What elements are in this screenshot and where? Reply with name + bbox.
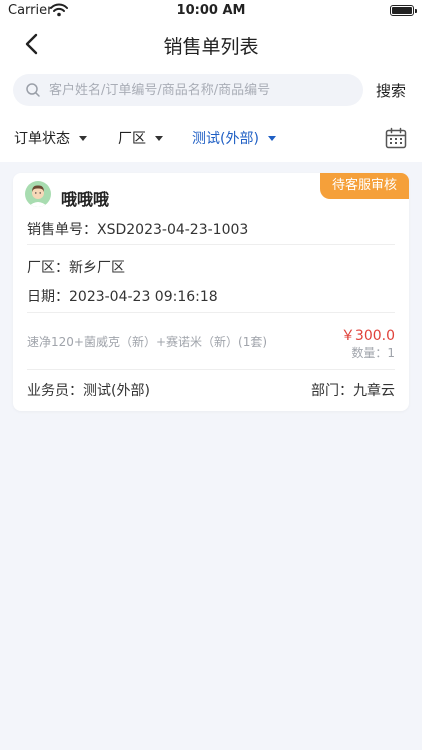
department: 部门：九章云 xyxy=(311,383,395,399)
search-button[interactable]: 搜索 xyxy=(376,80,406,101)
search-input[interactable] xyxy=(49,74,349,106)
filter-salesman[interactable]: 测试(外部) xyxy=(192,128,276,148)
caret-down-icon xyxy=(79,135,87,141)
order-date: 日期：2023-04-23 09:16:18 xyxy=(27,289,218,305)
header-area: Carrier 10:00 AM 销售单列表 搜索 订单状态 厂区 测试(外部) xyxy=(0,0,422,162)
divider xyxy=(27,312,395,313)
salesman: 业务员：测试(外部) xyxy=(27,383,150,399)
product-name: 速净120+菌威克（新）+赛诺米（新）(1套) xyxy=(27,335,268,349)
order-number: 销售单号：XSD2023-04-23-1003 xyxy=(27,222,249,238)
order-price: ￥300.0 xyxy=(340,328,395,344)
status-badge: 待客服审核 xyxy=(320,173,409,199)
navigation-bar: 销售单列表 xyxy=(0,22,422,66)
divider xyxy=(27,369,395,370)
caret-down-icon xyxy=(155,135,163,141)
battery-icon xyxy=(390,5,417,16)
order-card[interactable]: 待客服审核 哦哦哦 销售单号：XSD2023-04-23-1003 厂区：新乡厂… xyxy=(13,173,409,411)
search-box[interactable] xyxy=(13,74,363,106)
page-title: 销售单列表 xyxy=(163,36,259,58)
status-time: 10:00 AM xyxy=(176,3,246,18)
customer-name: 哦哦哦 xyxy=(61,190,110,209)
caret-down-icon xyxy=(267,135,276,141)
status-bar: Carrier 10:00 AM xyxy=(0,0,422,22)
user-avatar-icon xyxy=(25,181,51,207)
filter-order-status[interactable]: 订单状态 xyxy=(14,128,87,148)
search-icon xyxy=(26,83,40,97)
filter-order-status-label: 订单状态 xyxy=(14,131,70,147)
factory-area: 厂区：新乡厂区 xyxy=(27,260,125,276)
calendar-icon[interactable] xyxy=(384,126,408,150)
filter-salesman-label: 测试(外部) xyxy=(192,131,259,147)
order-quantity: 数量：1 xyxy=(351,346,395,360)
filter-factory[interactable]: 厂区 xyxy=(118,128,163,148)
filter-factory-label: 厂区 xyxy=(118,131,146,147)
divider xyxy=(27,244,395,245)
